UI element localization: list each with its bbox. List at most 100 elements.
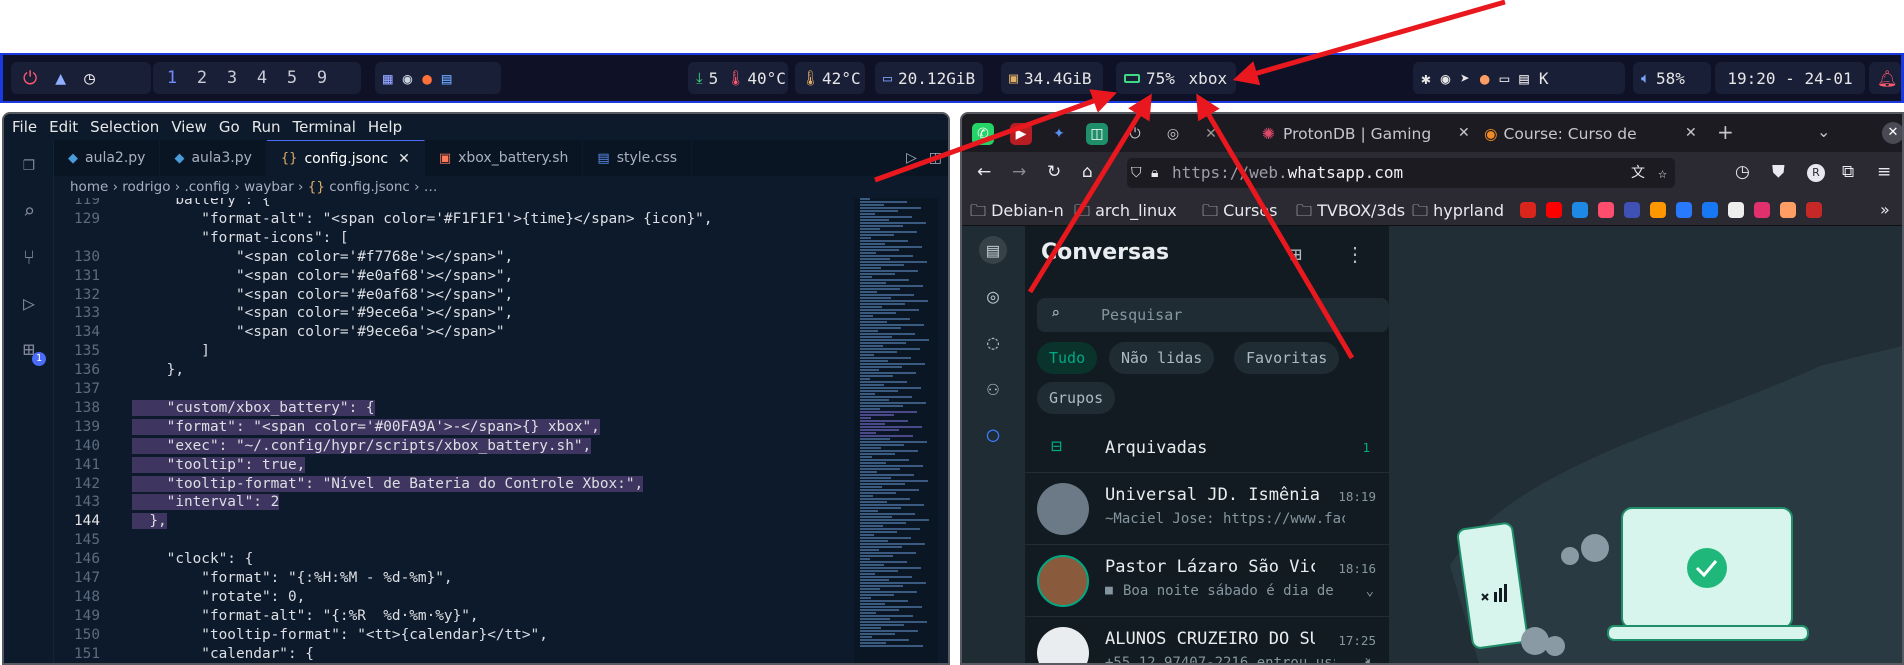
close-icon[interactable]: ✕	[1458, 125, 1470, 141]
play-bookmark-icon[interactable]	[1572, 202, 1588, 218]
workspace-5[interactable]: 5	[277, 68, 307, 88]
chats-icon[interactable]: ▤	[979, 236, 1007, 264]
more-bookmarks-icon[interactable]: »	[1880, 200, 1890, 219]
back-icon[interactable]: ←	[977, 162, 991, 182]
menu-file[interactable]: File	[12, 118, 37, 136]
workspace-4[interactable]: 4	[247, 68, 277, 88]
workspace-9[interactable]: 9	[307, 68, 337, 88]
bookmark-icon[interactable]	[1780, 202, 1796, 218]
xbox-battery-module[interactable]: 75% xbox	[1116, 62, 1236, 94]
close-icon[interactable]: ✕	[398, 151, 410, 167]
bookmark-icon[interactable]	[1650, 202, 1666, 218]
new-tab-button[interactable]: +	[1717, 120, 1734, 144]
filter-unread[interactable]: Não lidas	[1109, 342, 1215, 374]
tab-course[interactable]: ◉ Course: Curso de	[1484, 119, 1659, 149]
close-icon[interactable]: ✕	[1685, 125, 1697, 141]
whatsapp-tab-icon[interactable]: ✆	[972, 123, 994, 145]
calculator-tray-icon[interactable]: ▤	[1519, 69, 1529, 88]
menu-terminal[interactable]: Terminal	[293, 118, 356, 136]
forward-icon[interactable]: →	[1012, 162, 1026, 182]
bookmark-icon[interactable]	[1806, 202, 1822, 218]
new-chat-icon[interactable]: ⊞	[1290, 242, 1302, 266]
chat-row[interactable]: Pastor Lázaro São Vice… 18:16 ■ Boa noit…	[1025, 544, 1390, 616]
shield-icon[interactable]: ⛉	[1131, 158, 1142, 188]
bookmark-icon[interactable]	[1676, 202, 1692, 218]
status-icon[interactable]: ◎	[979, 282, 1007, 310]
history-icon[interactable]: ◷	[1735, 162, 1750, 182]
extensions-icon[interactable]: ⧉	[1842, 162, 1854, 182]
search-icon[interactable]: ⌕	[16, 198, 42, 224]
workspace-3[interactable]: 3	[217, 68, 247, 88]
filter-groups[interactable]: Grupos	[1037, 382, 1116, 414]
tab-protondb[interactable]: ✺ ProtonDB | Gaming	[1262, 119, 1432, 149]
pinned-tab-icon[interactable]: ◫	[1086, 123, 1108, 145]
pinned-tab-icon[interactable]: ✕	[1200, 123, 1222, 145]
editor-scrollbar[interactable]	[938, 198, 948, 663]
tab-xbox-battery[interactable]: ▣ xbox_battery.sh	[425, 140, 584, 176]
minimap[interactable]	[854, 198, 940, 663]
power-icon[interactable]: ⏻	[23, 68, 37, 89]
notification-module[interactable]: 🔔︎	[1869, 62, 1901, 94]
clock-icon[interactable]: ◷	[84, 68, 95, 89]
split-editor-icon[interactable]: ◫	[923, 140, 948, 176]
bookmark-folder-cursos[interactable]: 🗀︎ Cursos	[1202, 200, 1277, 227]
close-window-button[interactable]: ✕	[1882, 122, 1902, 144]
arch-logo-icon[interactable]: ▲	[55, 68, 66, 89]
bookmark-folder-tvbox[interactable]: 🗀︎ TVBOX/3ds	[1296, 200, 1405, 227]
tab-style-css[interactable]: ▤ style.css	[583, 140, 693, 176]
chevron-down-icon[interactable]: ⌄	[1366, 583, 1374, 599]
pinned-tab-icon[interactable]: ◎	[1162, 123, 1184, 145]
steam-tray-icon[interactable]: ◉	[1441, 69, 1451, 88]
breadcrumb-item[interactable]: config.jsonc	[329, 179, 410, 195]
tab-aula2[interactable]: ◆ aula2.py	[54, 140, 161, 176]
menu-icon[interactable]: ≡	[1877, 162, 1891, 182]
code-editor[interactable]: 119 "battery": {129 "format-alt": "<span…	[54, 198, 854, 663]
clock-module[interactable]: 19:20 - 24-01	[1715, 62, 1865, 94]
run-debug-icon[interactable]: ▷	[16, 290, 42, 316]
cnn-bookmark-icon[interactable]	[1520, 202, 1536, 218]
lock-icon[interactable]: 🔒︎	[1151, 158, 1158, 188]
chat-row[interactable]: Universal JD. Ismênia 18:19 ~Maciel Jose…	[1025, 472, 1390, 544]
run-button[interactable]: ▷	[900, 140, 923, 176]
reload-icon[interactable]: ↻	[1047, 162, 1061, 182]
menu-run[interactable]: Run	[252, 118, 281, 136]
filter-favorites[interactable]: Favoritas	[1234, 342, 1340, 374]
youtube-bookmark-icon[interactable]	[1546, 202, 1562, 218]
menu-view[interactable]: View	[171, 118, 207, 136]
account-avatar[interactable]: R	[1807, 164, 1825, 182]
workspace-1[interactable]: 1	[157, 68, 187, 88]
filter-all[interactable]: Tudo	[1037, 342, 1098, 374]
breadcrumb-item[interactable]: rodrigo	[122, 179, 170, 195]
pocket-icon[interactable]: ⛊	[1772, 162, 1785, 182]
pinned-tab-icon[interactable]: ✦	[1048, 123, 1070, 145]
menu-selection[interactable]: Selection	[90, 118, 159, 136]
list-tabs-chevron-icon[interactable]: ⌄	[1817, 122, 1830, 141]
instagram-bookmark-icon[interactable]	[1754, 202, 1770, 218]
breadcrumb-item[interactable]: waybar	[244, 179, 294, 195]
bookmark-icon[interactable]	[1598, 202, 1614, 218]
chat-row[interactable]: ALUNOS CRUZEIRO DO SUL… 17:25 +55 12 974…	[1025, 616, 1390, 663]
app-grid-icon[interactable]: ▦	[383, 69, 393, 88]
window-tray-icon[interactable]: ▭	[1500, 69, 1510, 88]
firefox-icon[interactable]: ●	[422, 69, 432, 88]
channels-icon[interactable]: ◌	[979, 328, 1007, 356]
archived-row[interactable]: ⊟ Arquivadas 1	[1025, 426, 1390, 470]
search-input[interactable]: ⌕ Pesquisar	[1037, 298, 1389, 332]
workspace-2[interactable]: 2	[187, 68, 217, 88]
youtube-tab-icon[interactable]: ▶	[1010, 123, 1032, 145]
more-options-icon[interactable]: ⋮	[1345, 242, 1365, 266]
communities-icon[interactable]: ⚇	[979, 374, 1007, 402]
facebook-bookmark-icon[interactable]	[1702, 202, 1718, 218]
breadcrumb-item[interactable]: .config	[184, 179, 230, 195]
menu-help[interactable]: Help	[368, 118, 402, 136]
pinned-tab-icon[interactable]: ⏻	[1124, 123, 1146, 145]
url-bar[interactable]: ⛉ 🔒︎ https://web.whatsapp.com 文 ☆	[1127, 158, 1675, 188]
app-tray-icon[interactable]: ●	[1480, 69, 1490, 88]
menu-edit[interactable]: Edit	[49, 118, 78, 136]
menu-go[interactable]: Go	[219, 118, 240, 136]
bookmark-star-icon[interactable]: ☆	[1658, 158, 1667, 188]
telegram-icon[interactable]: ➤	[1460, 69, 1470, 88]
bookmark-folder-hyprland[interactable]: 🗀︎ hyprland	[1412, 200, 1504, 227]
bookmark-icon[interactable]	[1624, 202, 1640, 218]
home-icon[interactable]: ⌂	[1082, 162, 1093, 182]
